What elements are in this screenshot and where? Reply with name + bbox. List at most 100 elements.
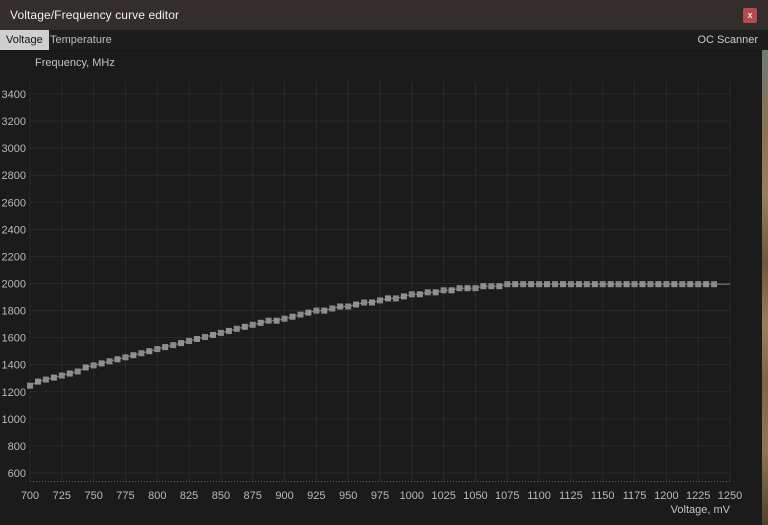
curve-point[interactable] bbox=[225, 327, 232, 334]
curve-point[interactable] bbox=[106, 358, 113, 365]
curve-point[interactable] bbox=[448, 287, 455, 294]
curve-point[interactable] bbox=[488, 283, 495, 290]
curve-point[interactable] bbox=[512, 281, 519, 288]
tab-voltage[interactable]: Voltage bbox=[0, 30, 49, 50]
close-button[interactable]: x bbox=[743, 8, 757, 23]
curve-point[interactable] bbox=[233, 325, 240, 332]
curve-point[interactable] bbox=[241, 323, 248, 330]
curve-point[interactable] bbox=[313, 307, 320, 314]
window-titlebar[interactable]: Voltage/Frequency curve editor x bbox=[0, 0, 768, 30]
curve-point[interactable] bbox=[353, 301, 360, 308]
curve-point[interactable] bbox=[424, 289, 431, 296]
curve-point[interactable] bbox=[416, 291, 423, 298]
curve-point[interactable] bbox=[392, 295, 399, 302]
curve-point[interactable] bbox=[440, 287, 447, 294]
curve-point[interactable] bbox=[202, 334, 208, 340]
curve-point[interactable] bbox=[146, 348, 153, 355]
curve-point[interactable] bbox=[82, 364, 89, 371]
curve-point[interactable] bbox=[217, 329, 224, 336]
curve-point[interactable] bbox=[583, 281, 590, 288]
curve-point[interactable] bbox=[281, 315, 288, 322]
curve-point[interactable] bbox=[361, 299, 368, 306]
curve-point[interactable] bbox=[66, 370, 73, 377]
curve-point[interactable] bbox=[122, 354, 129, 361]
curve-point[interactable] bbox=[42, 376, 49, 383]
curve-point[interactable] bbox=[130, 352, 137, 359]
curve-point[interactable] bbox=[631, 281, 638, 288]
curve-point[interactable] bbox=[560, 281, 566, 288]
x-tick-label: 975 bbox=[371, 490, 389, 502]
curve-point[interactable] bbox=[170, 342, 177, 349]
curve-point[interactable] bbox=[544, 281, 550, 288]
curve-point[interactable] bbox=[607, 281, 614, 288]
curve-point[interactable] bbox=[50, 374, 57, 381]
curve-point[interactable] bbox=[210, 331, 216, 338]
curve-point[interactable] bbox=[377, 297, 383, 304]
curve-point[interactable] bbox=[329, 305, 336, 312]
curve-point[interactable] bbox=[98, 360, 105, 367]
x-tick-label: 950 bbox=[339, 490, 357, 502]
curve-point[interactable] bbox=[599, 281, 606, 288]
x-tick-label: 850 bbox=[212, 490, 230, 502]
curve-point[interactable] bbox=[472, 285, 479, 292]
curve-point[interactable] bbox=[74, 368, 81, 375]
curve-point[interactable] bbox=[321, 307, 328, 314]
curve-point[interactable] bbox=[249, 321, 256, 328]
curve-point[interactable] bbox=[35, 378, 41, 385]
curve-point[interactable] bbox=[615, 281, 622, 288]
curve-point[interactable] bbox=[575, 281, 582, 288]
curve-point[interactable] bbox=[679, 281, 686, 288]
curve-point[interactable] bbox=[623, 281, 630, 288]
x-tick-label: 825 bbox=[180, 490, 198, 502]
curve-point[interactable] bbox=[695, 281, 702, 288]
curve-point[interactable] bbox=[711, 281, 718, 288]
curve-point[interactable] bbox=[647, 281, 654, 288]
y-tick-label: 2400 bbox=[2, 224, 26, 236]
curve-point[interactable] bbox=[154, 346, 161, 353]
curve-point[interactable] bbox=[257, 319, 264, 326]
curve-point[interactable] bbox=[639, 281, 646, 288]
y-tick-label: 600 bbox=[8, 468, 26, 480]
curve-point[interactable] bbox=[671, 281, 678, 288]
curve-point[interactable] bbox=[496, 283, 503, 290]
curve-point[interactable] bbox=[655, 281, 662, 288]
curve-point[interactable] bbox=[567, 281, 574, 288]
curve-point[interactable] bbox=[663, 281, 670, 288]
curve-point[interactable] bbox=[369, 299, 375, 306]
curve-point[interactable] bbox=[297, 311, 304, 318]
curve-point[interactable] bbox=[528, 281, 535, 288]
curve-point[interactable] bbox=[456, 285, 463, 292]
curve-point[interactable] bbox=[385, 295, 391, 302]
curve-point[interactable] bbox=[408, 291, 415, 298]
curve-point[interactable] bbox=[687, 281, 694, 288]
curve-point[interactable] bbox=[58, 372, 65, 379]
vf-curve-chart[interactable]: 3400 3200 3000 2800 2600 2400 2200 2000 1800 1600… bbox=[0, 0, 768, 525]
curve-point[interactable] bbox=[162, 344, 169, 351]
curve-point[interactable] bbox=[703, 281, 710, 288]
curve-point[interactable] bbox=[305, 309, 312, 316]
curve-point[interactable] bbox=[138, 350, 145, 357]
curve-point[interactable] bbox=[345, 303, 352, 310]
curve-point[interactable] bbox=[337, 303, 344, 310]
curve-point[interactable] bbox=[289, 313, 296, 320]
curve-point[interactable] bbox=[464, 285, 471, 292]
curve-point[interactable] bbox=[273, 317, 280, 324]
oc-scanner-link[interactable]: OC Scanner bbox=[697, 30, 758, 50]
curve-point[interactable] bbox=[114, 356, 121, 363]
curve-point[interactable] bbox=[552, 281, 558, 288]
curve-point[interactable] bbox=[480, 283, 487, 290]
curve-point[interactable] bbox=[194, 336, 200, 342]
tab-temperature[interactable]: Temperature bbox=[44, 30, 118, 50]
curve-point[interactable] bbox=[536, 281, 543, 288]
curve-point[interactable] bbox=[520, 281, 527, 288]
curve-point[interactable] bbox=[400, 293, 407, 300]
curve-point[interactable] bbox=[90, 362, 97, 369]
curve-point[interactable] bbox=[591, 281, 598, 288]
curve-point[interactable] bbox=[178, 340, 185, 347]
curve-point[interactable] bbox=[265, 317, 272, 324]
y-tick-label: 1000 bbox=[2, 414, 26, 426]
curve-point[interactable] bbox=[432, 289, 439, 296]
curve-point[interactable] bbox=[504, 281, 511, 288]
curve-point[interactable] bbox=[27, 382, 33, 389]
curve-point[interactable] bbox=[186, 338, 193, 344]
